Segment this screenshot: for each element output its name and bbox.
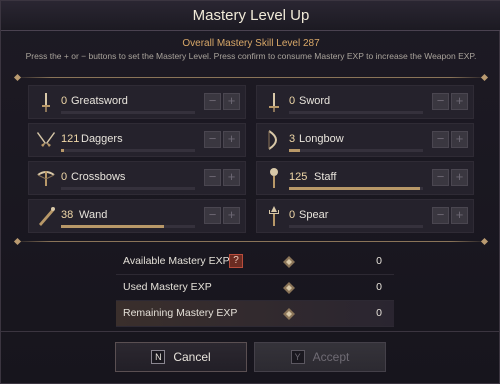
weapon-level: 0: [289, 209, 296, 221]
cancel-label: Cancel: [173, 350, 211, 364]
mastery-exp-icon: [283, 308, 295, 320]
weapon-card-spear: 0 Spear − +: [256, 199, 474, 233]
decrease-button[interactable]: −: [204, 207, 221, 224]
weapon-progress-bar: [61, 225, 195, 228]
staff-icon: [261, 165, 287, 191]
sword-icon: [261, 89, 287, 115]
weapon-grid: 0 Greatsword − + 0 Sword − + 121 Daggers…: [28, 85, 474, 235]
weapon-name: Longbow: [299, 133, 344, 145]
weapon-progress-bar: [289, 149, 423, 152]
weapon-level: 38: [61, 209, 74, 221]
accept-button[interactable]: Y Accept: [254, 342, 386, 372]
bottom-divider: [13, 241, 489, 242]
remaining-exp-label: Remaining Mastery EXP: [123, 307, 238, 319]
exp-summary: Available Mastery EXP ? 0 Used Mastery E…: [116, 249, 394, 327]
decrease-button[interactable]: −: [432, 131, 449, 148]
weapon-card-sword: 0 Sword − +: [256, 85, 474, 119]
remaining-exp-value: 0: [376, 307, 382, 319]
weapon-progress-bar: [61, 149, 195, 152]
footer-divider: [1, 331, 500, 332]
decrease-button[interactable]: −: [204, 169, 221, 186]
increase-button[interactable]: +: [451, 207, 468, 224]
weapon-level: 0: [289, 95, 296, 107]
daggers-icon: [33, 127, 59, 153]
weapon-level: 3: [289, 133, 296, 145]
weapon-level: 121: [61, 133, 80, 145]
weapon-level: 0: [61, 95, 68, 107]
wand-icon: [33, 203, 59, 229]
weapon-card-greatsword: 0 Greatsword − +: [28, 85, 246, 119]
increase-button[interactable]: +: [223, 169, 240, 186]
used-exp-row: Used Mastery EXP 0: [116, 275, 394, 301]
crossbows-icon: [33, 165, 59, 191]
accept-label: Accept: [312, 350, 350, 364]
weapon-name: Wand: [79, 209, 108, 221]
cancel-button[interactable]: N Cancel: [115, 342, 247, 372]
weapon-name: Crossbows: [71, 171, 126, 183]
info-icon[interactable]: ?: [229, 254, 243, 268]
decrease-button[interactable]: −: [204, 131, 221, 148]
decrease-button[interactable]: −: [204, 93, 221, 110]
mastery-exp-icon: [283, 282, 295, 294]
weapon-name: Staff: [314, 171, 337, 183]
weapon-card-daggers: 121 Daggers − +: [28, 123, 246, 157]
accept-key-hint: Y: [290, 350, 305, 364]
spear-icon: [261, 203, 287, 229]
longbow-icon: [261, 127, 287, 153]
available-exp-row: Available Mastery EXP ? 0: [116, 249, 394, 275]
mastery-dialog: Mastery Level Up Overall Mastery Skill L…: [0, 0, 500, 384]
top-divider: [13, 77, 489, 78]
weapon-card-crossbows: 0 Crossbows − +: [28, 161, 246, 195]
available-exp-label: Available Mastery EXP: [123, 255, 230, 267]
increase-button[interactable]: +: [223, 93, 240, 110]
available-exp-value: 0: [376, 255, 382, 267]
weapon-card-wand: 38 Wand − +: [28, 199, 246, 233]
decrease-button[interactable]: −: [432, 169, 449, 186]
decrease-button[interactable]: −: [432, 207, 449, 224]
weapon-name: Daggers: [81, 133, 123, 145]
weapon-progress-bar: [61, 111, 195, 114]
greatsword-icon: [33, 89, 59, 115]
weapon-card-staff: 125 Staff − +: [256, 161, 474, 195]
weapon-progress-bar: [289, 111, 423, 114]
weapon-level: 125: [289, 171, 308, 183]
instructions-text: Press the + or − buttons to set the Mast…: [25, 51, 477, 61]
decrease-button[interactable]: −: [432, 93, 449, 110]
overall-mastery-level: Overall Mastery Skill Level 287: [182, 38, 320, 49]
remaining-exp-row: Remaining Mastery EXP 0: [116, 301, 394, 327]
weapon-name: Greatsword: [71, 95, 128, 107]
weapon-level: 0: [61, 171, 68, 183]
dialog-title: Mastery Level Up: [1, 1, 500, 31]
increase-button[interactable]: +: [451, 93, 468, 110]
increase-button[interactable]: +: [451, 131, 468, 148]
used-exp-label: Used Mastery EXP: [123, 281, 212, 293]
weapon-name: Spear: [299, 209, 329, 221]
used-exp-value: 0: [376, 281, 382, 293]
weapon-card-longbow: 3 Longbow − +: [256, 123, 474, 157]
increase-button[interactable]: +: [451, 169, 468, 186]
increase-button[interactable]: +: [223, 131, 240, 148]
increase-button[interactable]: +: [223, 207, 240, 224]
weapon-progress-bar: [289, 225, 423, 228]
cancel-key-hint: N: [151, 350, 166, 364]
weapon-name: Sword: [299, 95, 331, 107]
dialog-header: Overall Mastery Skill Level 287 Press th…: [11, 37, 491, 75]
weapon-progress-bar: [61, 187, 195, 190]
mastery-exp-icon: [283, 256, 295, 268]
weapon-progress-bar: [289, 187, 423, 190]
